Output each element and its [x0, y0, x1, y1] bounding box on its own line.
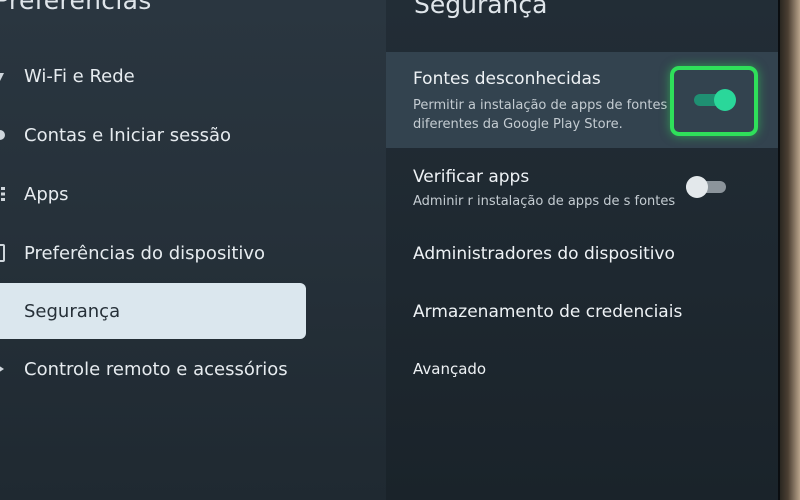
device-admins-title: Administradores do dispositivo	[413, 244, 675, 264]
lock-icon	[0, 303, 6, 319]
menu-item-label: Contas e Iniciar sessão	[24, 124, 231, 146]
menu-item-accounts[interactable]: Contas e Iniciar sessão	[0, 107, 306, 163]
wifi-icon	[0, 68, 6, 84]
unknown-sources-subtitle-line2: diferentes da Google Play Store.	[413, 117, 623, 132]
settings-menu-pane: Preferências Wi-Fi e Rede Contas e Inici…	[0, 0, 386, 500]
menu-item-label: Preferências do dispositivo	[24, 242, 266, 264]
device-admins-row[interactable]: Administradores do dispositivo	[386, 232, 780, 280]
menu-item-label: Controle remoto e acessórios	[24, 358, 288, 380]
remote-icon	[0, 361, 6, 377]
verify-apps-subtitle: Adminir r instalação de apps de s fontes	[413, 194, 676, 209]
unknown-sources-subtitle-line1: Permitir a instalação de apps de fontes	[413, 98, 668, 113]
menu-item-wifi[interactable]: Wi-Fi e Rede	[0, 48, 306, 104]
menu-title: Preferências	[0, 0, 152, 15]
verify-apps-title: Verificar apps	[413, 167, 530, 187]
menu-item-label: Apps	[24, 183, 69, 205]
toggle-knob	[686, 176, 708, 198]
tv-bezel	[780, 0, 800, 500]
apps-icon	[0, 186, 6, 202]
unknown-sources-row[interactable]: Fontes desconhecidas Permitir a instalaç…	[386, 52, 780, 148]
advanced-title: Avançado	[413, 360, 487, 378]
toggle-knob	[714, 89, 736, 111]
page-title: Segurança	[414, 0, 548, 19]
menu-item-label: Segurança	[24, 300, 121, 322]
credential-storage-title: Armazenamento de credenciais	[413, 302, 683, 322]
advanced-row[interactable]: Avançado	[386, 348, 780, 392]
security-detail-pane: Segurança Fontes desconhecidas Permitir …	[386, 0, 780, 500]
verify-apps-row[interactable]: Verificar apps Adminir r instalação de a…	[386, 155, 780, 217]
credential-storage-row[interactable]: Armazenamento de credenciais	[386, 290, 780, 338]
menu-item-security[interactable]: Segurança	[0, 283, 306, 339]
device-icon	[0, 244, 6, 262]
verify-apps-toggle[interactable]	[686, 176, 726, 198]
tv-settings-screen: Preferências Wi-Fi e Rede Contas e Inici…	[0, 0, 800, 500]
unknown-sources-title: Fontes desconhecidas	[413, 69, 601, 89]
menu-item-remote-accessories[interactable]: Controle remoto e acessórios	[0, 341, 306, 397]
menu-item-label: Wi-Fi e Rede	[24, 65, 135, 87]
account-icon	[0, 127, 6, 143]
unknown-sources-toggle[interactable]	[694, 89, 736, 111]
menu-item-device-preferences[interactable]: Preferências do dispositivo	[0, 225, 306, 281]
menu-item-apps[interactable]: Apps	[0, 166, 306, 222]
